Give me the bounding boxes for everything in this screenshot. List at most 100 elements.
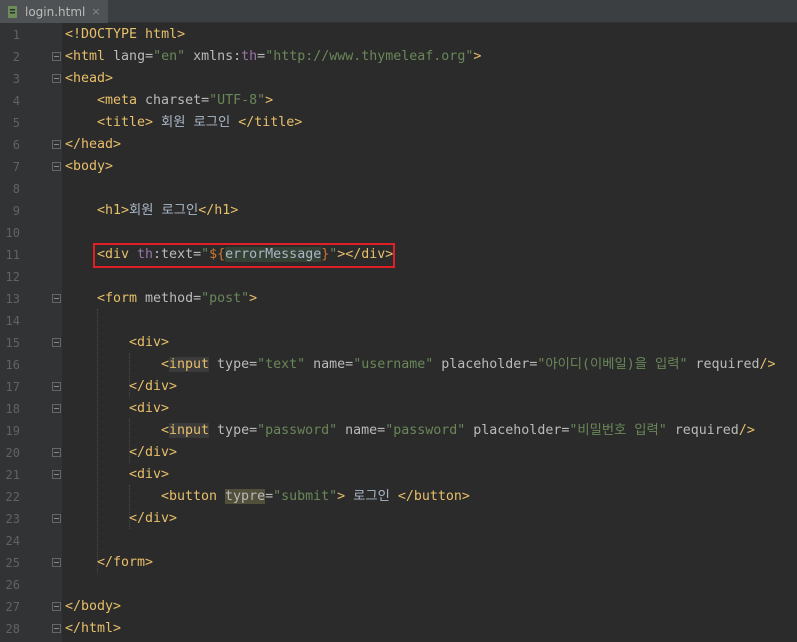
- code-token: 회원 로그인: [129, 203, 199, 218]
- code-line[interactable]: 2 <html lang="en" xmlns:th="http://www.th…: [0, 46, 797, 68]
- code-token: name=: [337, 423, 386, 438]
- code-line[interactable]: 16 <input type="text" name="username" pla…: [0, 354, 797, 376]
- code-line[interactable]: 21 <div>: [0, 464, 797, 486]
- code-token: "UTF-8": [209, 93, 266, 108]
- line-number: 19: [5, 424, 20, 438]
- code-line[interactable]: 8: [0, 178, 797, 200]
- code-line[interactable]: 3 <head>: [0, 68, 797, 90]
- code-text: <div>: [129, 398, 169, 420]
- indent-guide: [129, 353, 130, 397]
- code-text: </div>: [129, 376, 177, 398]
- code-token: <body>: [65, 159, 114, 174]
- code-token: input: [169, 357, 210, 372]
- code-token: "text": [257, 357, 306, 372]
- code-line[interactable]: 18 <div>: [0, 398, 797, 420]
- code-text: <title> 회원 로그인 </title>: [97, 112, 302, 134]
- fold-marker-icon[interactable]: [52, 52, 61, 61]
- fold-marker-icon[interactable]: [52, 294, 61, 303]
- code-line[interactable]: 25 </form>: [0, 552, 797, 574]
- code-token: "en": [153, 49, 186, 64]
- fold-marker-icon[interactable]: [52, 470, 61, 479]
- code-text: </html>: [65, 618, 121, 640]
- code-text: <body>: [65, 156, 113, 178]
- code-line[interactable]: 22 <button typre="submit"> 로그인 </button>: [0, 486, 797, 508]
- fold-marker-icon[interactable]: [52, 162, 61, 171]
- fold-marker-icon[interactable]: [52, 514, 61, 523]
- code-token: "post": [201, 291, 250, 306]
- code-line[interactable]: 20 </div>: [0, 442, 797, 464]
- line-number: 13: [5, 292, 20, 306]
- code-line[interactable]: 10: [0, 222, 797, 244]
- fold-marker-icon[interactable]: [52, 404, 61, 413]
- line-number: 6: [12, 138, 20, 152]
- code-token: 로그인: [345, 489, 398, 504]
- fold-marker-icon[interactable]: [52, 448, 61, 457]
- code-token: "http://www.thymeleaf.org": [265, 49, 474, 64]
- code-line[interactable]: 26: [0, 574, 797, 596]
- code-token: placeholder=: [465, 423, 570, 438]
- code-line[interactable]: 23 </div>: [0, 508, 797, 530]
- code-line[interactable]: 13 <form method="post">: [0, 288, 797, 310]
- fold-marker-icon[interactable]: [52, 74, 61, 83]
- code-text: </body>: [65, 596, 121, 618]
- code-line[interactable]: 15 <div>: [0, 332, 797, 354]
- code-token: </h1>: [198, 203, 239, 218]
- code-line[interactable]: 24: [0, 530, 797, 552]
- code-token: >: [249, 291, 258, 306]
- code-line[interactable]: 1 <!DOCTYPE html>: [0, 24, 797, 46]
- line-number: 17: [5, 380, 20, 394]
- fold-marker-icon[interactable]: [52, 338, 61, 347]
- fold-marker-icon[interactable]: [52, 624, 61, 633]
- code-token: "username": [353, 357, 434, 372]
- tab-filename: login.html: [25, 4, 86, 19]
- code-token: />: [738, 423, 755, 438]
- code-token: <head>: [65, 71, 114, 86]
- code-token: <: [161, 357, 170, 372]
- line-number: 1: [12, 28, 20, 42]
- code-token: </head>: [65, 137, 122, 152]
- line-number: 22: [5, 490, 20, 504]
- code-text: <html lang="en" xmlns:th="http://www.thy…: [65, 46, 481, 68]
- code-editor[interactable]: 1 <!DOCTYPE html> 2 <html lang="en" xmlns:t…: [0, 23, 797, 642]
- code-text: <form method="post">: [97, 288, 257, 310]
- code-line[interactable]: 27 </body>: [0, 596, 797, 618]
- line-number: 27: [5, 600, 20, 614]
- code-token: <div>: [129, 401, 170, 416]
- close-icon[interactable]: ×: [91, 5, 100, 18]
- line-number: 4: [12, 94, 20, 108]
- fold-marker-icon[interactable]: [52, 382, 61, 391]
- code-line[interactable]: 28 </html>: [0, 618, 797, 640]
- code-text: </div>: [129, 442, 177, 464]
- code-token: <html: [65, 49, 114, 64]
- code-text: </form>: [97, 552, 153, 574]
- fold-marker-icon[interactable]: [52, 602, 61, 611]
- line-number: 26: [5, 578, 20, 592]
- code-line[interactable]: 12: [0, 266, 797, 288]
- code-line[interactable]: 5 <title> 회원 로그인 </title>: [0, 112, 797, 134]
- code-token: "password": [385, 423, 466, 438]
- code-line[interactable]: 9 <h1>회원 로그인</h1>: [0, 200, 797, 222]
- code-line[interactable]: 19 <input type="password" name="password"…: [0, 420, 797, 442]
- code-token: <h1>: [97, 203, 130, 218]
- line-number: 21: [5, 468, 20, 482]
- code-token: xmlns:: [185, 49, 242, 64]
- fold-marker-icon[interactable]: [52, 558, 61, 567]
- code-line[interactable]: 6 </head>: [0, 134, 797, 156]
- line-number: 18: [5, 402, 20, 416]
- code-token: >: [265, 93, 274, 108]
- editor-tab-bar: login.html ×: [0, 0, 797, 23]
- code-line[interactable]: 4 <meta charset="UTF-8">: [0, 90, 797, 112]
- code-token: input: [169, 423, 210, 438]
- tab-login-html[interactable]: login.html ×: [0, 0, 108, 23]
- html-file-icon: [6, 5, 20, 19]
- line-number: 24: [5, 534, 20, 548]
- code-text: </div>: [129, 508, 177, 530]
- code-line[interactable]: 7 <body>: [0, 156, 797, 178]
- line-number: 9: [12, 204, 20, 218]
- code-token: charset=: [145, 93, 210, 108]
- code-token: <button: [161, 489, 226, 504]
- code-token: </title>: [238, 115, 303, 130]
- code-line[interactable]: 14: [0, 310, 797, 332]
- fold-marker-icon[interactable]: [52, 140, 61, 149]
- code-line[interactable]: 17 </div>: [0, 376, 797, 398]
